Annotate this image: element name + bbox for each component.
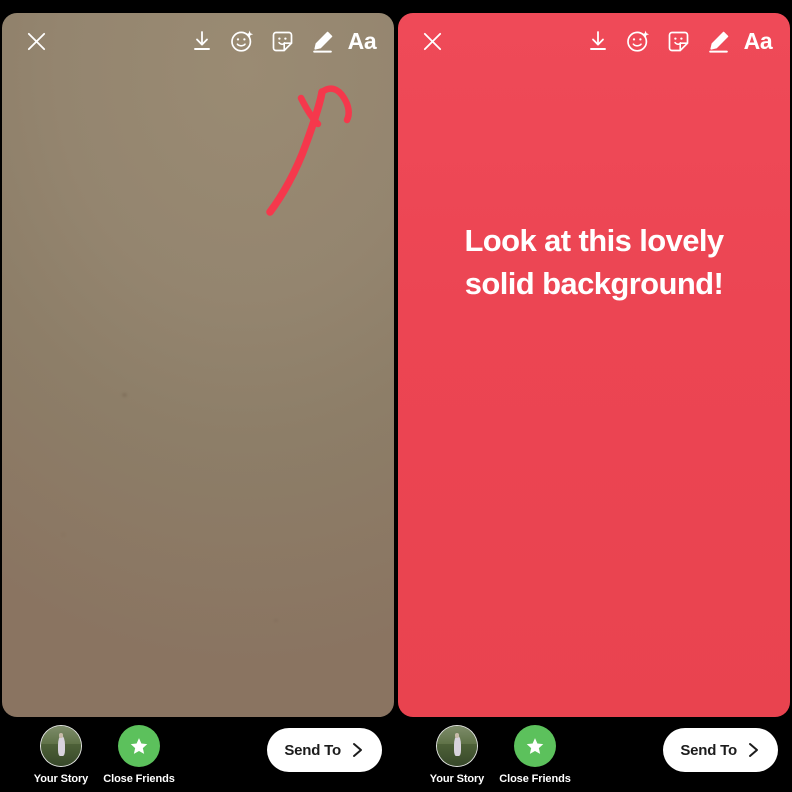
photo-blemish: [122, 393, 127, 397]
download-icon: [194, 31, 210, 50]
story-canvas-solid[interactable]: [398, 13, 790, 717]
story-toolbar: Aa: [396, 13, 792, 69]
sticker-icon: [272, 31, 292, 51]
save-button[interactable]: [182, 21, 222, 61]
effects-button[interactable]: [618, 21, 658, 61]
draw-button[interactable]: [698, 21, 738, 61]
close-friends-destination[interactable]: Close Friends: [492, 725, 578, 785]
text-aa-icon: Aa: [743, 27, 773, 54]
marker-pen-icon: [708, 31, 728, 53]
text-aa-icon: Aa: [347, 27, 377, 54]
your-story-label: Your Story: [33, 773, 89, 785]
story-composer-pane-photo: Aa Your Story Close Friends Send To: [0, 0, 396, 792]
share-destination-bar: Your Story Close Friends Send To: [0, 717, 396, 792]
text-button[interactable]: Aa: [738, 21, 778, 61]
story-canvas-photo[interactable]: [2, 13, 394, 717]
close-button[interactable]: [412, 21, 452, 61]
dual-phone-screenshot: Aa Your Story Close Friends Send To Aa L…: [0, 0, 792, 792]
send-to-label: Send To: [284, 741, 341, 759]
close-friends-label: Close Friends: [103, 773, 175, 785]
close-button[interactable]: [16, 21, 56, 61]
close-x-icon: [27, 32, 45, 50]
close-friends-badge: [514, 725, 556, 767]
smiley-sparkle-icon: [627, 30, 650, 52]
close-x-icon: [423, 32, 441, 50]
close-friends-badge: [118, 725, 160, 767]
close-friends-destination[interactable]: Close Friends: [96, 725, 182, 785]
draw-button[interactable]: [302, 21, 342, 61]
stickers-button[interactable]: [262, 21, 302, 61]
story-toolbar: Aa: [0, 13, 396, 69]
smiley-sparkle-icon: [231, 30, 254, 52]
stickers-button[interactable]: [658, 21, 698, 61]
your-story-destination[interactable]: Your Story: [414, 725, 500, 785]
send-to-button[interactable]: Send To: [663, 728, 778, 772]
text-button[interactable]: Aa: [342, 21, 382, 61]
close-friends-label: Close Friends: [499, 773, 571, 785]
photo-blemish: [274, 619, 278, 622]
your-story-label: Your Story: [429, 773, 485, 785]
star-icon: [130, 738, 148, 754]
avatar: [40, 725, 82, 767]
send-to-button[interactable]: Send To: [267, 728, 382, 772]
avatar: [436, 725, 478, 767]
story-overlay-text[interactable]: Look at this lovely solid background!: [396, 219, 792, 306]
story-composer-pane-solid: Aa Look at this lovely solid background!…: [396, 0, 792, 792]
marker-pen-icon: [312, 31, 332, 53]
photo-blemish: [62, 533, 65, 536]
share-destination-bar: Your Story Close Friends Send To: [396, 717, 792, 792]
download-icon: [590, 31, 606, 50]
save-button[interactable]: [578, 21, 618, 61]
send-to-label: Send To: [680, 741, 737, 759]
your-story-destination[interactable]: Your Story: [18, 725, 104, 785]
chevron-right-icon: [350, 741, 365, 759]
sticker-icon: [668, 31, 688, 51]
story-text-line-1: Look at this lovely: [464, 223, 724, 258]
star-icon: [526, 738, 544, 754]
effects-button[interactable]: [222, 21, 262, 61]
story-text-line-2: solid background!: [464, 266, 724, 302]
chevron-right-icon: [746, 741, 761, 759]
